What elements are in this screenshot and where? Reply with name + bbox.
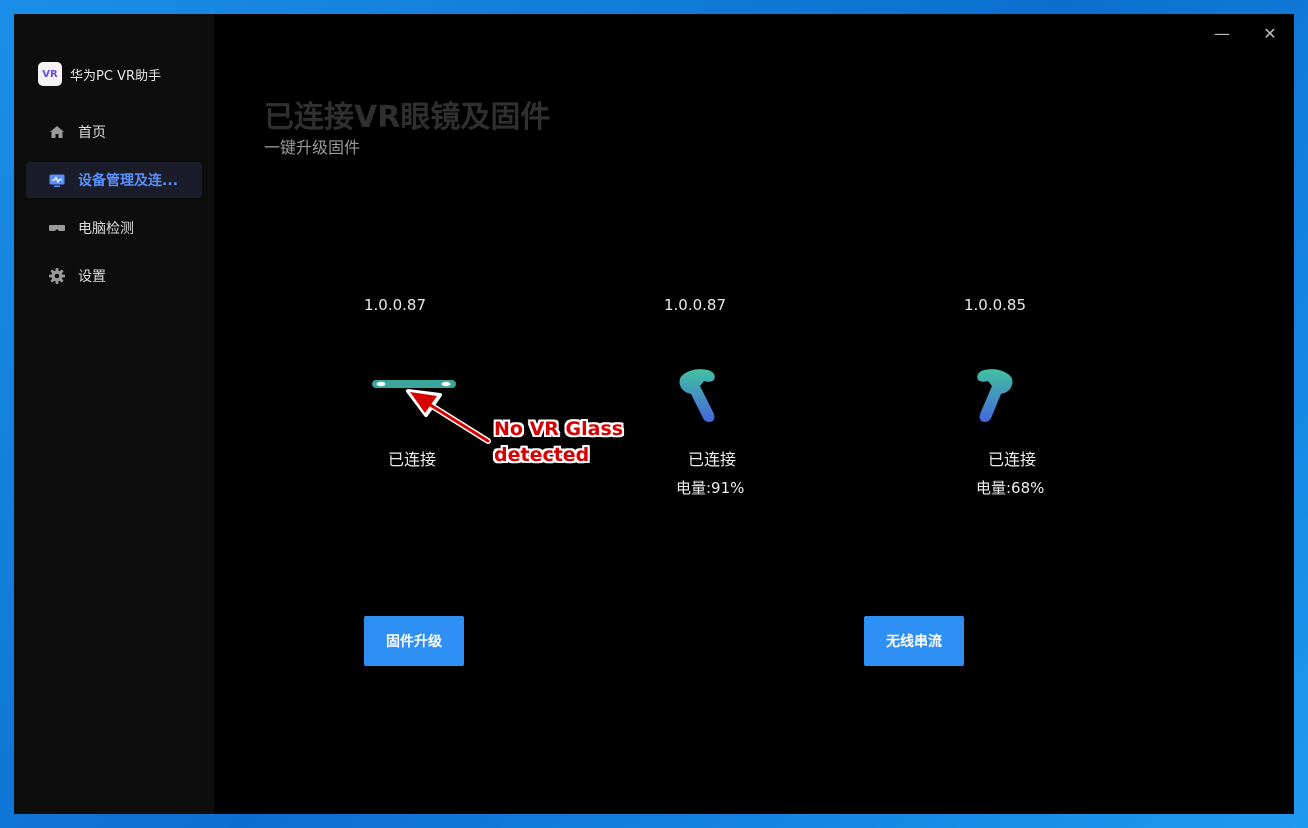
sidebar-item-pc-check[interactable]: 电脑检测 xyxy=(26,210,202,246)
device-version: 1.0.0.87 xyxy=(364,296,427,314)
battery-level: 电量:68% xyxy=(976,479,1045,497)
close-button[interactable]: ✕ xyxy=(1254,22,1286,44)
sidebar-item-home[interactable]: 首页 xyxy=(26,114,202,150)
battery-level: 电量:91% xyxy=(676,479,745,497)
sidebar-item-label: 设置 xyxy=(78,269,106,285)
device-status: 已连接 xyxy=(988,450,1037,469)
sidebar: VR 华为PC VR助手 首页 设备管理及连... 电脑检测 设置 xyxy=(14,14,214,814)
wireless-stream-button[interactable]: 无线串流 xyxy=(864,616,964,666)
sidebar-nav: 首页 设备管理及连... 电脑检测 设置 xyxy=(26,114,202,306)
device-monitor-icon xyxy=(48,171,66,189)
sidebar-item-settings[interactable]: 设置 xyxy=(26,258,202,294)
page-subtitle: 一键升级固件 xyxy=(264,138,361,157)
annotation-line: detected xyxy=(494,444,590,466)
annotation-line: No VR Glass xyxy=(494,418,624,440)
app-logo: VR xyxy=(38,62,62,86)
sidebar-item-label: 首页 xyxy=(78,125,106,141)
firmware-upgrade-button[interactable]: 固件升级 xyxy=(364,616,464,666)
controller-icon xyxy=(674,366,720,430)
app-window: VR 华为PC VR助手 首页 设备管理及连... 电脑检测 设置 — ✕ 已连… xyxy=(14,14,1294,814)
annotation-text: No VR Glass detected xyxy=(494,416,623,468)
home-icon xyxy=(48,123,66,141)
sidebar-item-device-management[interactable]: 设备管理及连... xyxy=(26,162,202,198)
sidebar-item-label: 设备管理及连... xyxy=(78,173,178,189)
device-status: 已连接 xyxy=(388,450,437,469)
device-version: 1.0.0.87 xyxy=(664,296,727,314)
app-name: 华为PC VR助手 xyxy=(70,68,161,84)
device-status: 已连接 xyxy=(688,450,737,469)
page-title: 已连接VR眼镜及固件 xyxy=(264,100,551,135)
controller-icon xyxy=(972,366,1018,430)
annotation-arrow xyxy=(406,389,491,444)
minimize-button[interactable]: — xyxy=(1206,22,1238,44)
vr-glasses-icon xyxy=(48,219,66,237)
brand: VR 华为PC VR助手 xyxy=(38,62,161,86)
device-version: 1.0.0.85 xyxy=(964,296,1027,314)
gear-icon xyxy=(48,267,66,285)
sidebar-item-label: 电脑检测 xyxy=(78,221,134,237)
